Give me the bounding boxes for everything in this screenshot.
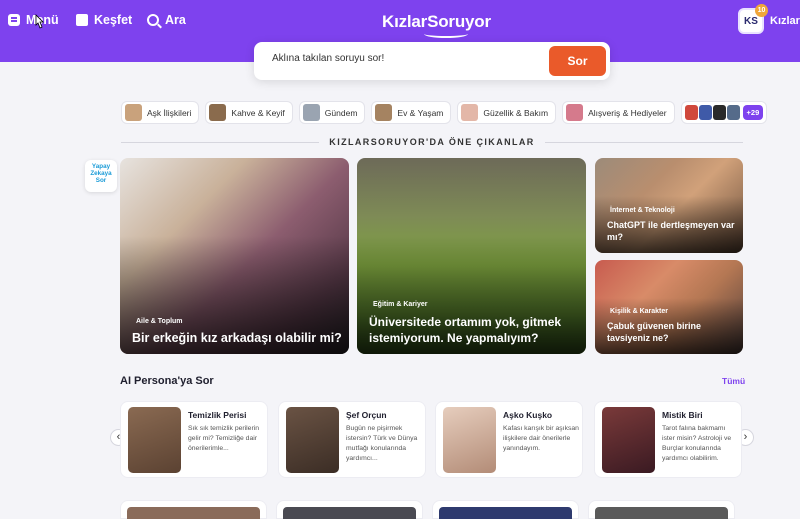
persona-card[interactable]: Aşko Kuşko Kafası karışık bir aşıksan il… (435, 401, 583, 478)
site-logo[interactable]: KızlarSoruyor (382, 12, 491, 38)
divider (544, 141, 743, 143)
ai-fab-line: Zekaya (90, 170, 112, 177)
persona-image (286, 407, 339, 473)
category-thumb (726, 105, 740, 120)
persona-desc: Bugün ne pişirmek istersin? Türk ve Düny… (346, 425, 418, 462)
persona-name: Temizlik Perisi (188, 410, 247, 420)
featured-card[interactable]: Eğitim & Kariyer Üniversitede ortamım yo… (357, 158, 586, 354)
category-thumb (209, 104, 227, 121)
category-label: Ev & Yaşam (397, 107, 444, 118)
question-search-box: Sor (254, 42, 610, 80)
featured-card[interactable]: İnternet & Teknoloji ChatGPT ile dertleş… (595, 158, 743, 253)
content-card[interactable] (276, 500, 423, 519)
content-thumb (439, 507, 572, 519)
account-menu[interactable]: KS 10 Kızlar (738, 4, 800, 34)
persona-section-title: AI Persona'ya Sor (120, 375, 214, 387)
card-tag: Aile & Toplum (136, 318, 183, 325)
persona-image (443, 407, 496, 473)
category-label: Kahve & Keyif (231, 107, 285, 118)
persona-image (602, 407, 655, 473)
content-thumb (127, 507, 260, 519)
card-title: Bir erkeğin kız arkadaşı olabilir mi? (132, 331, 342, 345)
ai-fab-line: Yapay (91, 163, 111, 170)
category-label: Gündem (324, 107, 358, 118)
more-count-badge: +29 (742, 105, 764, 120)
content-card[interactable] (588, 500, 735, 519)
content-thumb (283, 507, 416, 519)
persona-desc: Tarot falına bakmamı ister misin? Astrol… (662, 425, 732, 462)
card-tag: Kişilik & Karakter (610, 308, 668, 315)
category-thumb (684, 105, 698, 120)
search-icon (147, 14, 159, 26)
featured-section-header: KIZLARSORUYOR'DA ÖNE ÇIKANLAR (121, 136, 743, 148)
persona-card[interactable]: Şef Orçun Bugün ne pişirmek istersin? Tü… (278, 401, 426, 478)
category-thumb (375, 104, 393, 121)
persona-card[interactable]: Mistik Biri Tarot falına bakmamı ister m… (594, 401, 742, 478)
next-content-row (120, 500, 735, 519)
persona-name: Mistik Biri (662, 410, 703, 420)
content-thumb (595, 507, 728, 519)
more-categories-button[interactable]: +29 (680, 101, 768, 124)
content-card[interactable] (120, 500, 267, 519)
explore-label: Keşfet (94, 13, 133, 27)
question-input[interactable] (272, 53, 542, 64)
ask-button[interactable]: Sor (549, 46, 606, 76)
logo-swoop (424, 30, 468, 38)
menu-icon (8, 14, 20, 26)
content-card[interactable] (432, 500, 579, 519)
persona-see-all-link[interactable]: Tümü (722, 376, 745, 386)
mouse-pointer-icon (35, 14, 44, 29)
search-nav-label: Ara (165, 13, 186, 27)
featured-card[interactable]: Aile & Toplum Bir erkeğin kız arkadaşı o… (120, 158, 349, 354)
search-nav-button[interactable]: Ara (147, 13, 186, 27)
card-title: Çabuk güvenen birine tavsiyeniz ne? (607, 321, 702, 343)
explore-icon (76, 14, 88, 26)
ai-fab-line: Sor (95, 177, 107, 184)
category-label: Alışveriş & Hediyeler (588, 107, 667, 118)
category-bar: Aşk İlişkileri Kahve & Keyif Gündem Ev &… (121, 101, 768, 124)
notification-badge: 10 (755, 4, 768, 17)
category-chip[interactable]: Gündem (298, 101, 366, 124)
category-label: Aşk İlişkileri (147, 107, 192, 118)
persona-desc: Sık sık temizlik perilerin gelir mi? Tem… (188, 425, 260, 452)
divider (121, 141, 320, 143)
featured-card[interactable]: Kişilik & Karakter Çabuk güvenen birine … (595, 260, 743, 354)
persona-card[interactable]: Temizlik Perisi Sık sık temizlik periler… (120, 401, 268, 478)
persona-name: Şef Orçun (346, 410, 387, 420)
category-chip[interactable]: Güzellik & Bakım (457, 101, 557, 124)
category-thumb (566, 104, 584, 121)
category-thumb (302, 104, 320, 121)
category-thumb (125, 104, 142, 121)
featured-title: KIZLARSORUYOR'DA ÖNE ÇIKANLAR (329, 137, 535, 147)
chevron-right-icon: › (743, 431, 748, 443)
category-chip[interactable]: Ev & Yaşam (371, 101, 452, 124)
logo-text: KızlarSoruyor (382, 12, 491, 31)
category-chip[interactable]: Alışveriş & Hediyeler (562, 101, 675, 124)
ask-ai-button[interactable]: Yapay Zekaya Sor (85, 160, 117, 192)
card-tag: Eğitim & Kariyer (373, 301, 428, 308)
persona-desc: Kafası karışık bir aşıksan ilişkilere da… (503, 425, 579, 452)
card-tag: İnternet & Teknoloji (610, 207, 675, 214)
avatar-initials: KS (744, 15, 758, 27)
category-thumb (698, 105, 712, 120)
category-label: Güzellik & Bakım (483, 107, 549, 118)
avatar[interactable]: KS 10 (738, 4, 768, 34)
card-title: Üniversitede ortamım yok, gitmek istemiy… (369, 315, 562, 345)
card-title: ChatGPT ile dertleşmeyen var mı? (607, 220, 735, 242)
category-chip[interactable]: Aşk İlişkileri (121, 101, 200, 124)
category-chip[interactable]: Kahve & Keyif (205, 101, 293, 124)
explore-button[interactable]: Keşfet (76, 13, 132, 27)
category-thumb (712, 105, 726, 120)
persona-name: Aşko Kuşko (503, 410, 553, 420)
account-name: Kızlar (770, 15, 800, 27)
persona-image (128, 407, 181, 473)
category-thumb (461, 104, 479, 121)
